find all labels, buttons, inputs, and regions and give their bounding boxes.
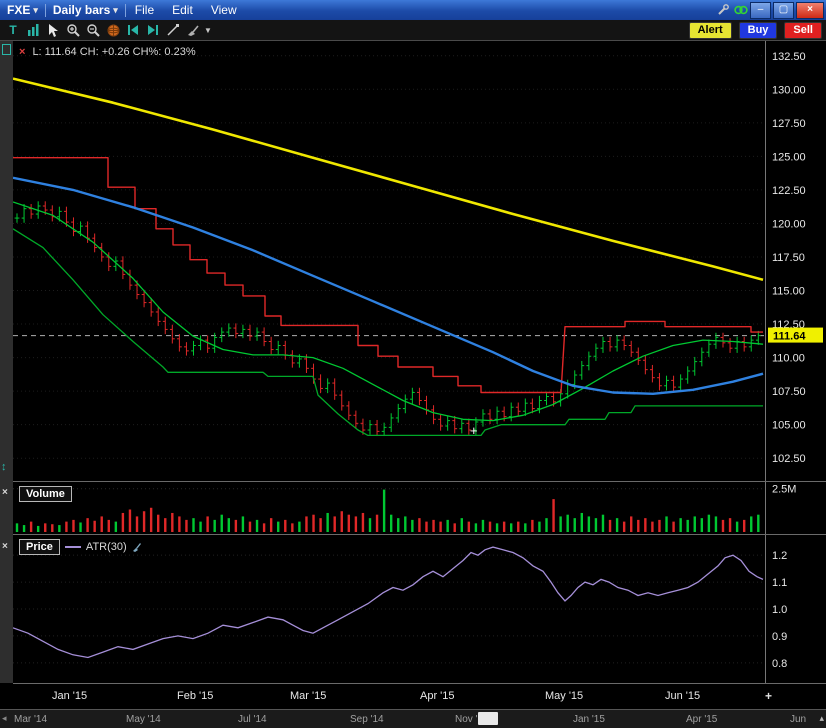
y-axis-label: 125.00 <box>772 151 806 163</box>
resize-grip-icon[interactable]: ▴ <box>819 713 824 724</box>
panel-gutter: ↕ × × <box>0 41 13 683</box>
y-axis-label: 110.00 <box>772 353 805 365</box>
brush-icon[interactable] <box>184 22 202 38</box>
atr-axis-label: 0.8 <box>772 658 787 670</box>
atr-axis-label: 0.9 <box>772 631 787 643</box>
cursor-icon[interactable] <box>44 22 62 38</box>
volume-panel-label[interactable]: Volume <box>19 486 72 502</box>
symbol-label: FXE <box>7 3 30 17</box>
quote-legend: × L: 111.64 CH: +0.26 CH%: 0.23% <box>19 46 196 58</box>
chart-toolbar: T ▼ Alert Buy Sell <box>0 20 826 41</box>
scrollbar-date-label: Jan '15 <box>573 714 605 725</box>
link-charts-icon[interactable] <box>732 2 750 18</box>
scrollbar-date-label: Jun <box>790 714 806 725</box>
close-button[interactable]: × <box>796 2 824 19</box>
tools-dropdown-icon[interactable]: ▼ <box>204 26 214 35</box>
crosshair-cursor: + <box>470 423 478 438</box>
y-axis-label: 105.00 <box>772 420 806 432</box>
x-axis-label: Mar '15 <box>290 690 326 702</box>
x-axis-label: Jan '15 <box>52 690 87 702</box>
y-axis-label: 132.50 <box>772 51 806 63</box>
y-axis-label: 127.50 <box>772 118 806 130</box>
scroll-left-icon[interactable]: ◂ <box>2 713 7 724</box>
atr-axis-label: 1.1 <box>772 577 787 589</box>
volume-panel-close-icon[interactable]: × <box>2 487 8 498</box>
menu-edit[interactable]: Edit <box>163 3 202 17</box>
volume-axis-label: 2.5M <box>772 484 796 496</box>
menu-view[interactable]: View <box>202 3 246 17</box>
quote-legend-text: L: 111.64 CH: +0.26 CH%: 0.23% <box>32 46 195 58</box>
series-ma-slow-yellow <box>13 79 763 280</box>
atr-axis-label: 1.0 <box>772 604 787 616</box>
y-axis-label: 102.50 <box>772 453 806 465</box>
price-bars <box>15 201 761 436</box>
chevron-down-icon: ▾ <box>33 5 38 16</box>
axis-expand-icon[interactable]: + <box>765 689 772 703</box>
x-axis-label: Apr '15 <box>420 690 455 702</box>
y-axis-label: 130.00 <box>772 84 806 96</box>
legend-close-icon[interactable]: × <box>19 46 25 58</box>
scrollbar-date-label: Mar '14 <box>14 714 47 725</box>
zoom-out-icon[interactable] <box>84 22 102 38</box>
symbol-selector[interactable]: FXE ▾ <box>0 3 45 17</box>
y-axis-label: 117.50 <box>772 252 805 264</box>
price-study-label[interactable]: Price <box>19 539 60 555</box>
globe-icon[interactable] <box>104 22 122 38</box>
chevron-down-icon: ▾ <box>113 5 118 16</box>
scrollbar-date-label: Jul '14 <box>238 714 267 725</box>
step-forward-icon[interactable] <box>144 22 162 38</box>
last-price-tag: 111.64 <box>768 328 823 343</box>
titlebar: FXE ▾ Daily bars ▾ File Edit View – ▢ × <box>0 0 826 20</box>
zoom-in-icon[interactable] <box>64 22 82 38</box>
atr-canvas[interactable]: 1.2 1.1 1.0 0.9 0.8 <box>13 535 826 683</box>
indicator-panel[interactable]: 1.2 1.1 1.0 0.9 0.8 Price ATR(30) <box>13 534 826 683</box>
y-axis-label: 120.00 <box>772 218 806 230</box>
volume-panel[interactable]: 2.5M Volume <box>13 481 826 534</box>
pane-resize-icon[interactable]: ↕ <box>1 461 7 473</box>
y-axis-label: 122.50 <box>772 185 806 197</box>
atr-axis-label: 1.2 <box>772 550 787 562</box>
series-channel-green-lower <box>13 229 763 436</box>
time-scrollbar[interactable]: ◂ ▴ Mar '14May '14Jul '14Sep '14Nov '14J… <box>0 709 826 728</box>
price-panel[interactable]: 132.50 130.00 127.50 125.00 122.50 120.00 117.… <box>13 41 826 481</box>
indicator-panel-close-icon[interactable]: × <box>2 541 8 552</box>
sell-button[interactable]: Sell <box>784 22 822 39</box>
x-axis-label: Jun '15 <box>665 690 700 702</box>
scrollbar-date-label: Sep '14 <box>350 714 384 725</box>
chart-region: ↕ × × 132.50 130.00 127.50 125.00 122.50 120.… <box>0 41 826 728</box>
price-chart-canvas[interactable]: 132.50 130.00 127.50 125.00 122.50 120.00 117.… <box>13 41 826 481</box>
atr-line-swatch <box>65 546 81 548</box>
alert-button[interactable]: Alert <box>689 22 732 39</box>
period-selector[interactable]: Daily bars ▾ <box>46 3 125 17</box>
bar-chart-icon[interactable] <box>24 22 42 38</box>
tools-icon[interactable] <box>714 2 732 18</box>
series-channel-green-upper <box>13 202 763 421</box>
volume-panel-header: Volume <box>19 486 72 502</box>
x-axis-label: May '15 <box>545 690 583 702</box>
pane-tab-icon[interactable] <box>2 44 11 55</box>
period-label: Daily bars <box>53 3 110 17</box>
scrollbar-date-label: May '14 <box>126 714 161 725</box>
volume-canvas[interactable]: 2.5M <box>13 482 826 534</box>
y-axis-label: 107.50 <box>772 386 806 398</box>
maximize-button[interactable]: ▢ <box>773 2 794 19</box>
minimize-button[interactable]: – <box>750 2 771 19</box>
x-axis-label: Feb '15 <box>177 690 213 702</box>
series-ma-fast-blue <box>13 178 763 394</box>
atr-indicator-label[interactable]: ATR(30) <box>86 541 127 553</box>
scrollbar-date-label: Apr '15 <box>686 714 717 725</box>
draw-line-icon[interactable] <box>164 22 182 38</box>
x-axis: + Jan '15 Feb '15 Mar '15 Apr '15 May '15 Jun… <box>13 683 826 709</box>
scrollbar-thumb[interactable] <box>478 712 498 725</box>
indicator-panel-header: Price ATR(30) <box>19 539 142 555</box>
chart-type-icon[interactable]: T <box>4 22 22 38</box>
y-axis-label: 115.00 <box>772 286 805 298</box>
trading-app-window: FXE ▾ Daily bars ▾ File Edit View – ▢ × … <box>0 0 826 728</box>
step-back-icon[interactable] <box>124 22 142 38</box>
indicator-settings-icon[interactable] <box>131 542 142 553</box>
menu-file[interactable]: File <box>126 3 163 17</box>
series-atr <box>13 547 763 657</box>
buy-button[interactable]: Buy <box>739 22 778 39</box>
svg-text:111.64: 111.64 <box>773 331 806 343</box>
